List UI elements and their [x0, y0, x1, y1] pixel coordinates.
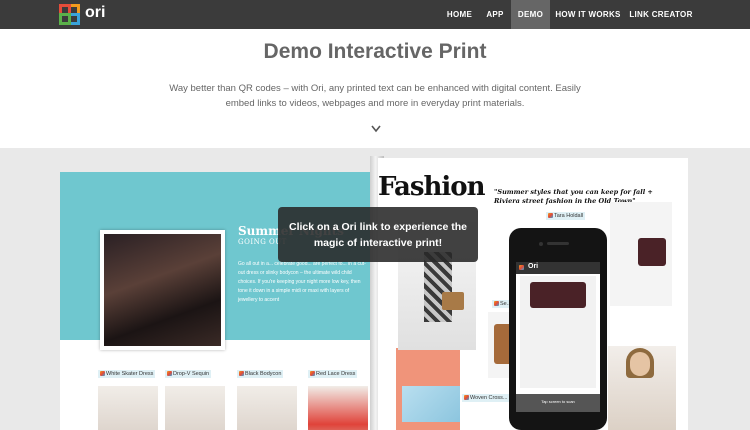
- product-label: Drop-V Sequin: [173, 371, 210, 377]
- hero-section: Demo Interactive Print Way better than Q…: [0, 29, 750, 148]
- product-image: [308, 386, 368, 430]
- product-link[interactable]: Drop-V Sequin: [165, 370, 212, 378]
- scan-button[interactable]: Tap screen to scan: [516, 394, 600, 412]
- ori-tag-icon: [494, 301, 499, 307]
- ori-tag-icon: [464, 395, 469, 401]
- ori-tag-icon: [167, 371, 172, 377]
- product-image: [237, 386, 297, 430]
- product-label: Red Lace Dress: [316, 371, 356, 377]
- phone-speaker: [547, 242, 569, 245]
- instruction-text: Click on a Ori link to experience the ma…: [289, 221, 467, 249]
- ori-logo-icon[interactable]: [59, 4, 80, 25]
- scan-text: Tap screen to scan: [541, 399, 575, 404]
- nav-app[interactable]: APP: [480, 0, 510, 29]
- product-link[interactable]: Black Bodycon: [237, 370, 284, 378]
- tag-tara-holdall[interactable]: Tara Holdall: [546, 212, 586, 220]
- product-card: Black Bodycon: [237, 370, 305, 430]
- top-nav: ori HOME APP DEMO HOW IT WORKS LINK CREA…: [0, 0, 750, 29]
- ori-tag-icon: [100, 371, 105, 377]
- hero-description: Way better than QR codes – with Ori, any…: [169, 83, 581, 109]
- product-label: Black Bodycon: [245, 371, 282, 377]
- nav-link-creator[interactable]: LINK CREATOR: [628, 0, 694, 29]
- legs-handbag-image: [610, 202, 672, 306]
- product-image: [98, 386, 158, 430]
- product-card: White Skater Dress: [98, 370, 166, 430]
- fashion-heading: Fashion: [378, 172, 486, 202]
- phone-app-bar: Ori: [516, 262, 600, 274]
- ori-tag-icon: [239, 371, 244, 377]
- product-card: Red Lace Dress: [308, 370, 376, 430]
- ori-tag-icon: [548, 213, 553, 219]
- product-card: Drop-V Sequin: [165, 370, 233, 430]
- phone-screen[interactable]: Ori Tap screen to scan: [516, 262, 600, 412]
- phone-camera-view: [520, 276, 596, 388]
- phone-app-name: Ori: [528, 263, 539, 270]
- brand-name[interactable]: ori: [85, 4, 105, 22]
- nav-how-it-works[interactable]: HOW IT WORKS: [553, 0, 623, 29]
- instruction-overlay: Click on a Ori link to experience the ma…: [278, 207, 478, 262]
- product-link[interactable]: White Skater Dress: [98, 370, 156, 378]
- ori-tag-icon: [310, 371, 315, 377]
- product-link[interactable]: Red Lace Dress: [308, 370, 358, 378]
- clutch-image: [402, 386, 460, 422]
- page-title: Demo Interactive Print: [263, 40, 487, 63]
- article-body: Go all out in a... celebrate good... are…: [238, 261, 366, 303]
- woman-image: [608, 346, 676, 430]
- product-image: [165, 386, 225, 430]
- ori-tag-icon: [519, 265, 524, 270]
- nav-home[interactable]: HOME: [441, 0, 478, 29]
- nav-demo[interactable]: DEMO: [511, 0, 550, 29]
- chevron-down-icon[interactable]: [369, 121, 383, 133]
- product-label: White Skater Dress: [106, 371, 154, 377]
- group-photo: [100, 230, 225, 350]
- demo-stage: Summer Nights GOING OUT Go all out in a.…: [0, 148, 750, 430]
- phone-camera: [539, 242, 543, 246]
- phone-mockup: Ori Tap screen to scan: [509, 228, 607, 430]
- tag-label: Tara Holdall: [554, 213, 584, 219]
